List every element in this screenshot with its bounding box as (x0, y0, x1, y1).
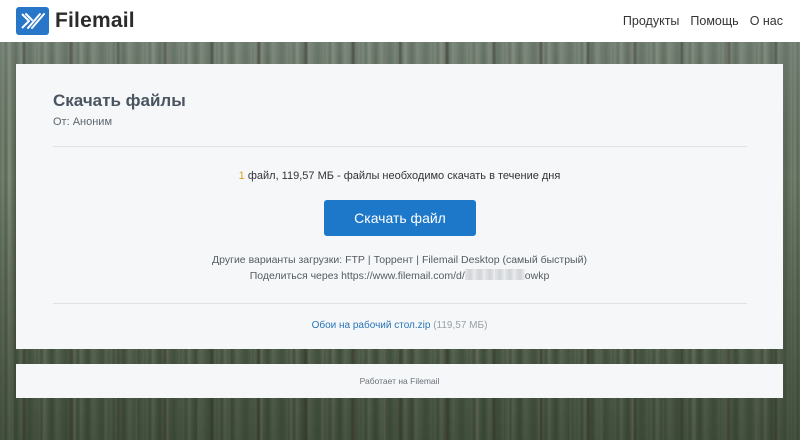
file-list-item: Обои на рабочий стол.zip (119,57 МБ) (16, 320, 783, 331)
filemail-logo-icon (16, 7, 49, 35)
divider-top (53, 146, 747, 147)
separator: | (367, 254, 371, 266)
torrent-link[interactable]: Торрент (374, 254, 414, 266)
desktop-app-link[interactable]: Filemail Desktop (самый быстрый) (422, 254, 587, 266)
page-title: Скачать файлы (53, 91, 186, 110)
top-header: Filemail Продукты Помощь О нас (0, 0, 800, 42)
nav-item-products[interactable]: Продукты (623, 14, 679, 28)
separator: | (416, 254, 419, 266)
share-url-end[interactable]: owkp (525, 270, 550, 282)
ftp-link[interactable]: FTP (345, 254, 365, 266)
share-label: Поделиться через (249, 270, 339, 282)
nav-item-help[interactable]: Помощь (690, 14, 738, 28)
summary-text: файл, 119,57 МБ - файлы необходимо скача… (244, 170, 561, 182)
main-nav: Продукты Помощь О нас (623, 14, 783, 28)
brand-logo[interactable]: Filemail (16, 7, 135, 35)
transfer-summary: 1 файл, 119,57 МБ - файлы необходимо ска… (16, 170, 783, 182)
download-card: Скачать файлы От: Аноним 1 файл, 119,57 … (16, 64, 783, 349)
file-name-link[interactable]: Обои на рабочий стол.zip (312, 320, 431, 331)
nav-item-about[interactable]: О нас (750, 14, 783, 28)
share-url-start[interactable]: https://www.filemail.com/d/ (341, 270, 465, 282)
footer: Работает на Filemail (16, 364, 783, 398)
divider-bottom (53, 303, 747, 304)
download-file-button[interactable]: Скачать файл (324, 200, 476, 236)
brand-name: Filemail (55, 9, 135, 32)
share-link-line: Поделиться через https://www.filemail.co… (16, 269, 783, 282)
redacted-url-segment (464, 269, 525, 280)
sender-label: От: Аноним (53, 116, 113, 128)
powered-by-text[interactable]: Работает на Filemail (360, 376, 440, 386)
alt-downloads-label: Другие варианты загрузки: (212, 254, 343, 266)
file-size: (119,57 МБ) (433, 320, 488, 331)
alternative-downloads: Другие варианты загрузки: FTP | Торрент | Fi… (16, 254, 783, 266)
